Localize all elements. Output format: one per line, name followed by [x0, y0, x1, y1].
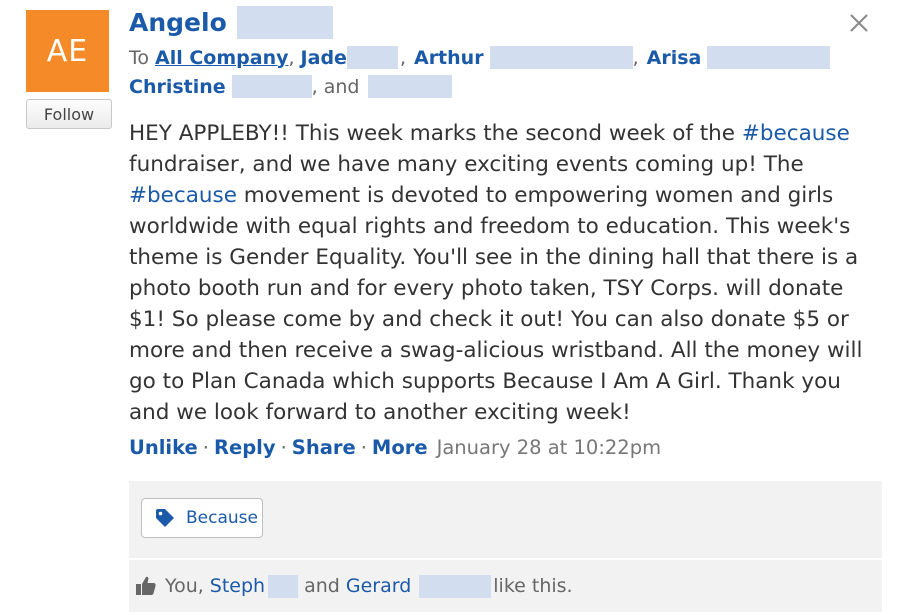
message-text: fundraiser, and we have many exciting ev…	[129, 152, 804, 177]
author-name-row: Angelo	[129, 6, 333, 39]
timestamp[interactable]: January 28 at 10:22pm	[437, 436, 662, 459]
redacted-name	[489, 46, 633, 69]
topic-label: Because	[186, 508, 258, 528]
separator: ,	[288, 46, 295, 69]
recipient-link[interactable]: Jade	[301, 47, 347, 69]
likes-panel: You, Steph and Gerard like this.	[129, 560, 882, 612]
close-icon[interactable]	[846, 10, 872, 36]
redacted-name	[707, 46, 831, 69]
hashtag-link[interactable]: #because	[742, 121, 850, 146]
recipient-link[interactable]: Arisa	[647, 47, 702, 69]
topics-panel: Because	[129, 481, 882, 558]
redacted-name	[346, 46, 398, 69]
reply-link[interactable]: Reply	[214, 436, 276, 459]
likes-suffix: like this.	[493, 575, 573, 597]
avatar[interactable]: AE	[26, 10, 109, 92]
separator-dot: ·	[202, 436, 209, 459]
separator-dot: ·	[280, 436, 287, 459]
redacted-surname	[236, 6, 333, 39]
redacted-name	[268, 574, 299, 598]
unlike-link[interactable]: Unlike	[129, 436, 198, 459]
more-link[interactable]: More	[372, 436, 428, 459]
recipient-link[interactable]: Arthur	[414, 47, 484, 69]
post-actions: Unlike · Reply · Share · More January 28…	[129, 436, 661, 459]
liker-link[interactable]: Steph	[210, 575, 265, 597]
and-label: , and	[311, 75, 360, 98]
thumbs-up-icon	[136, 576, 156, 595]
separator: ,	[632, 46, 639, 69]
topic-tag-button[interactable]: Because	[141, 498, 263, 538]
separator: ,	[399, 46, 406, 69]
share-link[interactable]: Share	[292, 436, 356, 459]
recipients-line-2: Christine , and	[129, 75, 452, 98]
hashtag-link[interactable]: #because	[129, 183, 237, 208]
message-body: HEY APPLEBY!! This week marks the second…	[129, 118, 879, 428]
likes-you: You,	[165, 575, 204, 597]
tag-icon	[156, 509, 174, 527]
recipient-group-link[interactable]: All Company	[155, 47, 288, 69]
liker-link[interactable]: Gerard	[346, 575, 411, 597]
message-text: movement is devoted to empowering women …	[129, 183, 863, 425]
to-label: To	[129, 46, 150, 69]
redacted-name	[231, 75, 312, 98]
avatar-initials: AE	[46, 33, 89, 69]
recipients-line-1: To All Company , Jade , Arthur , Arisa	[129, 46, 831, 69]
likes-and: and	[304, 575, 340, 597]
follow-button[interactable]: Follow	[26, 99, 112, 129]
redacted-name	[367, 75, 452, 98]
message-text: HEY APPLEBY!! This week marks the second…	[129, 121, 742, 146]
redacted-name	[419, 574, 492, 598]
separator-dot: ·	[360, 436, 367, 459]
author-name[interactable]: Angelo	[129, 8, 227, 37]
recipient-link[interactable]: Christine	[129, 76, 226, 98]
